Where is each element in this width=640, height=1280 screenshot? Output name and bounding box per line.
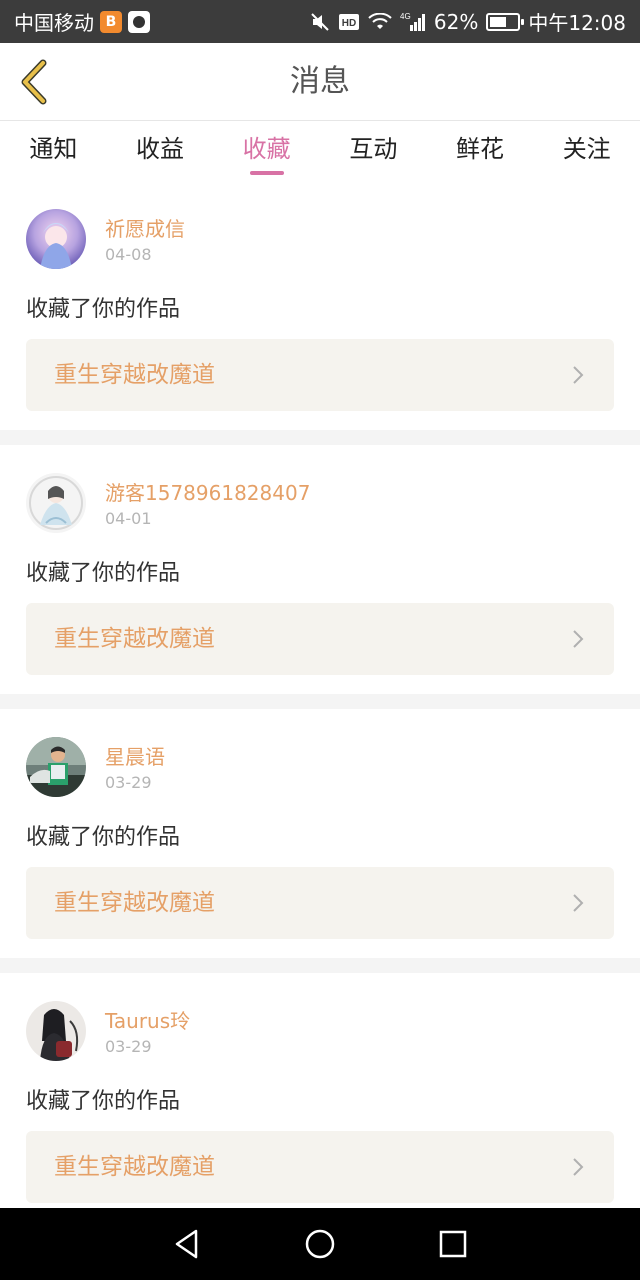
tab-favorites[interactable]: 收藏 [213, 121, 320, 181]
battery-percent: 62% [433, 9, 479, 34]
work-title: 重生穿越改魔道 [54, 1154, 215, 1180]
message-text: 收藏了你的作品 [26, 825, 181, 850]
page-title: 消息 [290, 64, 350, 99]
avatar[interactable] [26, 473, 86, 533]
wifi-icon [368, 12, 392, 31]
divider [0, 430, 640, 445]
avatar[interactable] [26, 209, 86, 269]
message-date: 04-01 [105, 509, 152, 528]
header: 消息 [0, 43, 640, 121]
divider [0, 958, 640, 973]
dog-app-icon [128, 10, 150, 33]
tab-notifications[interactable]: 通知 [0, 121, 107, 181]
network-type: 4G [400, 12, 411, 21]
tab-earnings[interactable]: 收益 [107, 121, 214, 181]
message-card: 星晨语 03-29 收藏了你的作品 重生穿越改魔道 [0, 709, 640, 958]
message-list: 祈愿成信 04-08 收藏了你的作品 重生穿越改魔道 游客15789618284… [0, 181, 640, 1222]
nav-home-button[interactable] [300, 1224, 340, 1264]
nav-back-button[interactable] [167, 1224, 207, 1264]
mute-icon [310, 12, 330, 32]
message-date: 04-08 [105, 245, 152, 264]
hd-icon: HD [338, 13, 360, 31]
chevron-right-icon [573, 894, 584, 912]
message-card: 祈愿成信 04-08 收藏了你的作品 重生穿越改魔道 [0, 181, 640, 430]
square-recents-icon [440, 1230, 467, 1258]
avatar[interactable] [26, 1001, 86, 1061]
work-title: 重生穿越改魔道 [54, 362, 215, 388]
work-link[interactable]: 重生穿越改魔道 [26, 867, 614, 939]
tab-following[interactable]: 关注 [533, 121, 640, 181]
carrier-label: 中国移动 [14, 11, 94, 35]
work-link[interactable]: 重生穿越改魔道 [26, 339, 614, 411]
divider [0, 694, 640, 709]
work-link[interactable]: 重生穿越改魔道 [26, 603, 614, 675]
chevron-right-icon [573, 1158, 584, 1176]
tab-flowers[interactable]: 鲜花 [427, 121, 534, 181]
work-link[interactable]: 重生穿越改魔道 [26, 1131, 614, 1203]
back-button[interactable] [14, 57, 54, 107]
message-date: 03-29 [105, 773, 152, 792]
signal-icon: 4G [400, 12, 426, 32]
work-title: 重生穿越改魔道 [54, 626, 215, 652]
battery-level [490, 16, 507, 27]
work-title: 重生穿越改魔道 [54, 890, 215, 916]
system-nav-bar [0, 1208, 640, 1280]
message-text: 收藏了你的作品 [26, 561, 181, 586]
video-app-icon: B [100, 10, 122, 33]
message-card: 游客1578961828407 04-01 收藏了你的作品 重生穿越改魔道 [0, 445, 640, 694]
tab-bar: 通知 收益 收藏 互动 鲜花 关注 [0, 121, 640, 181]
message-date: 03-29 [105, 1037, 152, 1056]
chevron-left-icon [21, 59, 47, 105]
chevron-right-icon [573, 630, 584, 648]
svg-text:HD: HD [342, 18, 356, 29]
triangle-back-icon [175, 1229, 197, 1259]
message-text: 收藏了你的作品 [26, 297, 181, 322]
chevron-right-icon [573, 366, 584, 384]
battery-icon [486, 12, 525, 31]
circle-home-icon [305, 1229, 335, 1259]
username[interactable]: 星晨语 [105, 741, 165, 770]
avatar[interactable] [26, 737, 86, 797]
username[interactable]: 祈愿成信 [105, 213, 185, 242]
message-card: Taurus玲 03-29 收藏了你的作品 重生穿越改魔道 [0, 973, 640, 1222]
tab-interactions[interactable]: 互动 [320, 121, 427, 181]
message-text: 收藏了你的作品 [26, 1089, 181, 1114]
username[interactable]: Taurus玲 [105, 1005, 190, 1034]
username[interactable]: 游客1578961828407 [105, 477, 310, 506]
nav-recents-button[interactable] [433, 1224, 473, 1264]
status-bar: 中国移动 B HD 4G 62% 中午12:08 [0, 0, 640, 43]
clock: 中午12:08 [528, 11, 626, 35]
